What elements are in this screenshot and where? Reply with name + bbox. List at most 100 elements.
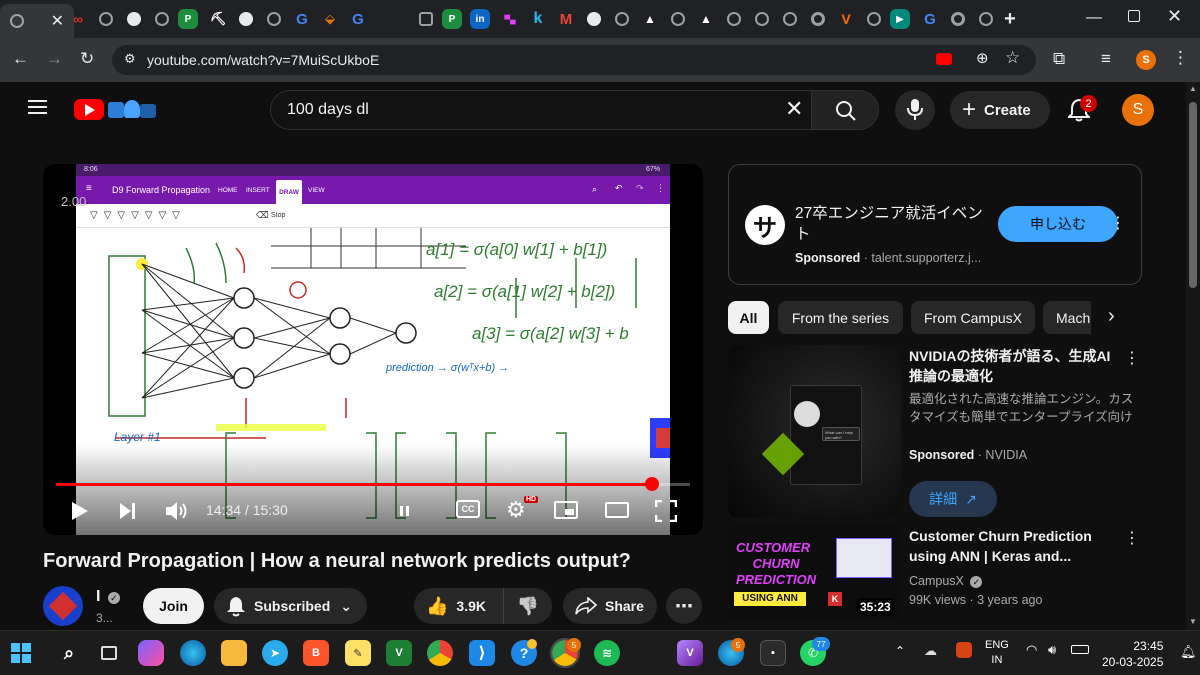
- play-icon[interactable]: [71, 501, 89, 521]
- tab-tool-icon[interactable]: ⛏: [206, 7, 230, 31]
- tab-chrome-icon[interactable]: [806, 7, 830, 31]
- channel-name[interactable]: I ✓: [96, 588, 120, 606]
- bookmark-star-icon[interactable]: ☆: [1005, 48, 1020, 68]
- chip-from-the-series[interactable]: From the series: [778, 301, 903, 334]
- chip-from-campusx[interactable]: From CampusX: [911, 301, 1035, 334]
- sticky-notes-icon[interactable]: ✎: [345, 640, 371, 666]
- telegram-icon[interactable]: ➤: [262, 640, 288, 666]
- channel-avatar[interactable]: [43, 586, 83, 626]
- tab-globe-icon-4[interactable]: [610, 7, 634, 31]
- tab-globe-icon-7[interactable]: [750, 7, 774, 31]
- tab-linkedin-icon[interactable]: in: [470, 9, 490, 29]
- next-video-icon[interactable]: [119, 502, 137, 520]
- forward-icon[interactable]: →: [46, 49, 63, 69]
- address-bar[interactable]: ⚙ youtube.com/watch?v=7MuiScUkboE ⊕ ☆: [112, 45, 1036, 75]
- tab-p-icon[interactable]: P: [178, 9, 198, 29]
- dislike-button[interactable]: 👎: [504, 588, 552, 624]
- brave-browser-icon[interactable]: B: [303, 640, 329, 666]
- copilot-icon[interactable]: [138, 640, 164, 666]
- tab-k-icon[interactable]: k: [526, 7, 550, 31]
- taskbar-search-icon[interactable]: ⌕: [56, 640, 82, 666]
- join-button[interactable]: Join: [143, 588, 204, 624]
- tab-chatgpt-icon-2[interactable]: ▲: [694, 7, 718, 31]
- tab-play-icon[interactable]: ▶: [890, 9, 910, 29]
- tab-youtube-active[interactable]: ✕: [0, 4, 74, 38]
- like-button[interactable]: 👍 3.9K: [414, 588, 504, 624]
- tab-github-icon[interactable]: [122, 7, 146, 31]
- subscribed-button[interactable]: Subscribed ⌄: [214, 588, 367, 624]
- tab-google-icon[interactable]: G: [290, 7, 314, 31]
- zoom-icon[interactable]: ⊕: [976, 49, 989, 67]
- search-input[interactable]: 100 days dl ✕: [270, 90, 811, 130]
- wifi-icon[interactable]: ◠: [1026, 642, 1037, 658]
- rec-nvidia-thumbnail[interactable]: What can I help you with?: [728, 345, 901, 517]
- tray-cloud-icon[interactable]: ☁: [924, 643, 937, 659]
- speaker-icon[interactable]: 🔊︎: [1048, 642, 1056, 658]
- fullscreen-icon[interactable]: [655, 500, 677, 522]
- tab-diagram-icon[interactable]: ⬙: [318, 7, 342, 31]
- subtitles-cc-icon[interactable]: CC: [456, 500, 480, 518]
- sponsored-ad-card[interactable]: サ 27卒エンジニア就活イベント Sponsored · talent.supp…: [728, 164, 1142, 285]
- share-button[interactable]: Share: [563, 588, 657, 624]
- ad-apply-button[interactable]: 申し込む: [998, 206, 1118, 242]
- notification-center-icon[interactable]: 🔔︎: [1180, 644, 1197, 660]
- chip-all[interactable]: All: [728, 301, 769, 334]
- account-avatar[interactable]: S: [1122, 94, 1154, 126]
- tray-app-icon[interactable]: [956, 642, 972, 658]
- tab-record-icon[interactable]: [234, 7, 258, 31]
- hamburger-menu-icon[interactable]: [28, 100, 47, 114]
- task-view-icon[interactable]: [96, 640, 122, 666]
- battery-icon[interactable]: [1071, 645, 1089, 654]
- rec-churn-channel[interactable]: CampusX ✓: [909, 572, 983, 590]
- rec-nvidia-title[interactable]: NVIDIAの技術者が語る、生成AI推論の最適化: [909, 346, 1119, 386]
- progress-bar[interactable]: [56, 483, 690, 486]
- rec-nvidia-details-button[interactable]: 詳細 ↗: [909, 481, 997, 517]
- voice-search-button[interactable]: [895, 90, 935, 130]
- pause-autoplay-icon[interactable]: [399, 505, 413, 517]
- scrollbar-thumb[interactable]: [1189, 102, 1197, 288]
- tab-globe-icon-6[interactable]: [722, 7, 746, 31]
- tab-globe-icon-5[interactable]: [666, 7, 690, 31]
- ad-more-options-icon[interactable]: ⋮: [1110, 213, 1126, 233]
- extensions-icon[interactable]: ⧉: [1053, 49, 1065, 69]
- windows-start-icon[interactable]: [8, 640, 34, 666]
- page-scrollbar[interactable]: ▲ ▼: [1186, 82, 1200, 630]
- browser-profile-avatar[interactable]: S: [1136, 50, 1156, 70]
- clear-search-icon[interactable]: ✕: [785, 96, 803, 122]
- tab-globe-icon-3[interactable]: [262, 7, 286, 31]
- progress-scrubber-handle[interactable]: [644, 477, 659, 491]
- rec-churn-thumbnail[interactable]: CUSTOMER CHURN PREDICTION USING ANN K 35…: [728, 526, 901, 622]
- new-tab-button[interactable]: +: [998, 7, 1022, 31]
- youtube-logo-icon[interactable]: [74, 99, 104, 120]
- tab-chatgpt-icon[interactable]: ▲: [638, 7, 662, 31]
- tab-github-icon-2[interactable]: [582, 7, 606, 31]
- vpn-icon[interactable]: V: [677, 640, 703, 666]
- back-icon[interactable]: ←: [12, 49, 29, 69]
- edge-browser-icon[interactable]: [180, 640, 206, 666]
- close-tab-icon[interactable]: ✕: [51, 11, 64, 31]
- search-button[interactable]: [811, 90, 879, 130]
- tab-stream-icon[interactable]: ▀▄: [498, 7, 522, 31]
- tab-globe-icon-8[interactable]: [778, 7, 802, 31]
- scroll-down-arrow-icon[interactable]: ▼: [1189, 617, 1197, 626]
- reload-icon[interactable]: ↻: [80, 49, 94, 69]
- tray-overflow-icon[interactable]: ⌃: [895, 644, 905, 658]
- tab-globe-icon[interactable]: [94, 7, 118, 31]
- tab-app-icon[interactable]: [414, 7, 438, 31]
- input-language[interactable]: ENG IN: [985, 638, 1009, 668]
- video-player[interactable]: 8:06 67% ≡ D9 Forward Propagation HOME I…: [43, 164, 703, 535]
- theater-mode-icon[interactable]: [605, 502, 629, 518]
- tab-globe-icon-9[interactable]: [862, 7, 886, 31]
- file-explorer-icon[interactable]: [221, 640, 247, 666]
- app-icon[interactable]: ▪: [760, 640, 786, 666]
- tab-v-icon[interactable]: V: [834, 7, 858, 31]
- scroll-up-arrow-icon[interactable]: ▲: [1189, 84, 1197, 93]
- close-window-icon[interactable]: ✕: [1167, 6, 1182, 27]
- rec-churn-more-icon[interactable]: ⋮: [1124, 528, 1140, 548]
- minimize-icon[interactable]: —: [1086, 9, 1102, 27]
- tab-chrome-icon-2[interactable]: [946, 7, 970, 31]
- chips-next-chevron-icon[interactable]: ›: [1108, 305, 1115, 328]
- chip-machine-learning[interactable]: Mach: [1043, 301, 1091, 334]
- browser-menu-icon[interactable]: ⋮: [1172, 48, 1189, 68]
- tab-globe-icon-2[interactable]: [150, 7, 174, 31]
